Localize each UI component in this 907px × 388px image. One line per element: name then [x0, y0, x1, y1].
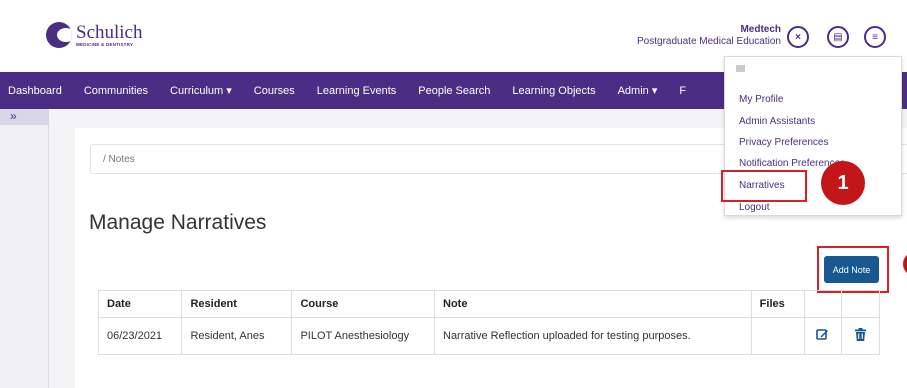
- nav-admin[interactable]: Admin ▾: [618, 84, 658, 97]
- nav-communities[interactable]: Communities: [84, 85, 148, 97]
- add-note-highlight: [817, 246, 889, 293]
- menu-item-privacy-preferences[interactable]: Privacy Preferences: [739, 137, 828, 148]
- nav-learning-events[interactable]: Learning Events: [317, 85, 397, 97]
- logo-subtitle: MEDICINE & DENTISTRY: [76, 42, 134, 47]
- header-course[interactable]: Course: [291, 290, 435, 318]
- document-button[interactable]: ▤: [827, 26, 849, 48]
- header-files[interactable]: Files: [750, 290, 805, 318]
- narratives-table: Date Resident Course Note Files 06/23/20…: [97, 290, 880, 355]
- nav-learning-objects[interactable]: Learning Objects: [512, 85, 595, 97]
- nav-dashboard[interactable]: Dashboard: [8, 85, 62, 97]
- cell-note: Narrative Reflection uploaded for testin…: [434, 317, 752, 355]
- cell-course: PILOT Anesthesiology: [291, 317, 435, 355]
- nav-curriculum[interactable]: Curriculum ▾: [170, 84, 232, 97]
- sidebar: »: [0, 109, 49, 388]
- table-header-row: Date Resident Course Note Files: [97, 290, 880, 318]
- close-session-button[interactable]: ×: [787, 26, 809, 48]
- user-role: Postgraduate Medical Education: [637, 36, 781, 47]
- list-menu-icon: ≡: [872, 31, 878, 43]
- double-chevron-right-icon: »: [10, 109, 17, 123]
- sidebar-expand-button[interactable]: »: [0, 109, 49, 125]
- edit-icon[interactable]: [816, 328, 829, 344]
- cell-resident: Resident, Anes: [181, 317, 293, 355]
- user-info[interactable]: Medtech Postgraduate Medical Education: [637, 24, 781, 48]
- document-icon: ▤: [833, 31, 843, 43]
- cell-date: 06/23/2021: [97, 317, 183, 355]
- nav-truncated-item[interactable]: F: [679, 85, 686, 97]
- close-icon: ×: [795, 31, 801, 43]
- header-resident[interactable]: Resident: [181, 290, 293, 318]
- header-delete: [841, 290, 880, 318]
- header-date[interactable]: Date: [97, 290, 183, 318]
- menu-item-admin-assistants[interactable]: Admin Assistants: [739, 116, 815, 127]
- nav-people-search[interactable]: People Search: [418, 85, 490, 97]
- table-row: 06/23/2021 Resident, Anes PILOT Anesthes…: [97, 317, 880, 355]
- user-name: Medtech: [740, 24, 781, 35]
- menu-item-my-profile[interactable]: My Profile: [739, 94, 783, 105]
- header-edit: [803, 290, 843, 318]
- menu-button[interactable]: ≡: [864, 26, 886, 48]
- logo-name: Schulich: [76, 22, 143, 43]
- cell-edit: [803, 317, 843, 355]
- page-title: Manage Narratives: [89, 211, 267, 234]
- narratives-highlight: [721, 170, 807, 202]
- schulich-logo[interactable]: Schulich MEDICINE & DENTISTRY: [46, 22, 143, 48]
- nav-courses[interactable]: Courses: [254, 85, 295, 97]
- cell-files: [750, 317, 805, 355]
- logo-mark-icon: [46, 22, 72, 48]
- cell-delete: [841, 317, 880, 355]
- step-badge: 1: [821, 161, 865, 205]
- trash-icon[interactable]: [855, 328, 867, 344]
- menu-item-logout[interactable]: Logout: [739, 202, 770, 213]
- header-note[interactable]: Note: [434, 290, 752, 318]
- breadcrumb-notes[interactable]: / Notes: [103, 154, 135, 165]
- avatar: [736, 65, 745, 72]
